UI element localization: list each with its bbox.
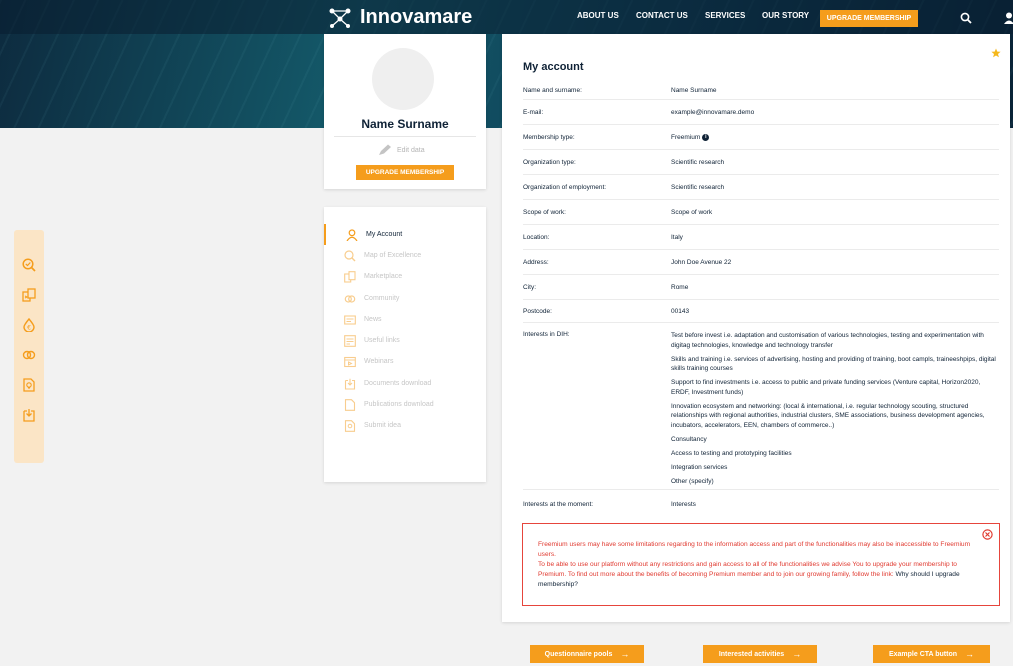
account-row-interests-moment: Interests at the moment: Interests: [523, 501, 696, 508]
sidebar-item-submit-idea[interactable]: Submit idea: [324, 415, 486, 436]
sidebar-item-label: News: [364, 316, 382, 323]
list-item: Integration services: [671, 463, 728, 471]
brand-name: Innovamare: [360, 6, 473, 28]
profile-card: Name Surname Edit data UPGRADE MEMBERSHI…: [324, 34, 486, 189]
account-row-city: City: Rome: [523, 275, 999, 300]
list-item: Other (specify): [671, 477, 714, 485]
sidebar-item-label: Documents download: [364, 380, 432, 387]
nav-about-us[interactable]: ABOUT US: [577, 11, 619, 20]
star-icon[interactable]: [991, 48, 1001, 58]
quick-access-bar: €: [14, 230, 44, 463]
membership-value: Freemium: [671, 134, 701, 141]
community-icon: [344, 294, 356, 303]
close-icon[interactable]: [982, 529, 993, 540]
account-row-location: Location: Italy: [523, 225, 999, 250]
nav-upgrade-membership-button[interactable]: UPGRADE MEMBERSHIP: [820, 10, 918, 27]
nav-services[interactable]: SERVICES: [705, 11, 745, 20]
sidebar-item-label: Webinars: [364, 358, 394, 365]
profile-name: Name Surname: [361, 117, 449, 131]
account-row-membership: Membership type: Freemium i: [523, 125, 999, 150]
list-item: Consultancy: [671, 435, 707, 443]
avatar: [372, 48, 434, 110]
pencil-icon: [379, 144, 391, 155]
freemium-warning: Freemium users may have some limitations…: [522, 523, 1000, 606]
community-icon[interactable]: [22, 348, 36, 362]
interested-activities-button[interactable]: Interested activities →: [703, 645, 817, 663]
document-download-icon[interactable]: [22, 408, 36, 422]
sidebar-item-label: Community: [364, 295, 400, 302]
document-download-icon: [344, 378, 356, 390]
marketplace-icon: [344, 270, 356, 283]
links-icon: [344, 334, 356, 347]
sidebar-item-webinars[interactable]: Webinars: [324, 351, 486, 372]
sidebar-item-useful-links[interactable]: Useful links: [324, 330, 486, 351]
idea-icon: [344, 419, 356, 432]
warning-text-limitations: Freemium users may have some limitations…: [538, 541, 971, 558]
svg-text:€: €: [27, 324, 31, 331]
user-icon[interactable]: [1004, 12, 1013, 24]
logo-icon: [329, 8, 351, 28]
account-panel: My account Name and surname: Name Surname…: [502, 34, 1010, 622]
sidebar-item-my-account[interactable]: My Account: [324, 224, 486, 245]
sidebar-item-news[interactable]: News: [324, 309, 486, 330]
page-title: My account: [523, 61, 584, 73]
nav-our-story[interactable]: OUR STORY: [762, 11, 809, 20]
profile-upgrade-membership-button[interactable]: UPGRADE MEMBERSHIP: [356, 165, 454, 180]
account-row-org-type: Organization type: Scientific research: [523, 150, 999, 175]
list-item: Skills and training i.e. services of adv…: [671, 355, 996, 373]
account-row-email: E-mail: example@innovamare.demo: [523, 100, 999, 125]
account-row-postcode: Postcode: 00143: [523, 300, 999, 323]
arrow-right-icon: →: [620, 649, 630, 659]
map-search-icon: [344, 249, 356, 261]
sidebar-item-documents-download[interactable]: Documents download: [324, 373, 486, 394]
map-search-icon[interactable]: [22, 258, 36, 272]
questionnaire-pools-button[interactable]: Questionnaire pools →: [530, 645, 644, 663]
interests-list: Test before invest i.e. adaptation and c…: [671, 331, 996, 491]
list-item: Support to find investments i.e. access …: [671, 379, 981, 396]
example-cta-button[interactable]: Example CTA button →: [873, 645, 990, 663]
sidebar-item-community[interactable]: Community: [324, 288, 486, 309]
webinar-icon: [344, 356, 356, 367]
arrow-right-icon: →: [965, 649, 975, 659]
sidebar-item-label: Marketplace: [364, 273, 403, 280]
account-row-address: Address: John Doe Avenue 22: [523, 250, 999, 275]
sidebar-item-label: My Account: [366, 231, 403, 238]
sidebar-item-label: Publications download: [364, 401, 434, 408]
edit-data-label: Edit data: [397, 146, 425, 154]
sidebar-item-label: Useful links: [364, 337, 400, 344]
arrow-right-icon: →: [792, 649, 802, 659]
idea-icon[interactable]: [22, 378, 36, 392]
sidebar-item-publications-download[interactable]: Publications download: [324, 394, 486, 415]
nav-contact-us[interactable]: CONTACT US: [636, 11, 688, 20]
account-row-org-employment: Organization of employment: Scientific re…: [523, 175, 999, 200]
funding-drop-icon[interactable]: €: [22, 318, 36, 332]
marketplace-icon[interactable]: [22, 288, 36, 302]
account-sidebar-menu: My Account Map of Excellence Marketplace…: [324, 207, 486, 482]
sidebar-item-label: Map of Excellence: [364, 252, 422, 259]
account-row-scope: Scope of work: Scope of work: [523, 200, 999, 225]
account-row-name: Name and surname: Name Surname: [523, 81, 999, 100]
user-icon: [346, 228, 358, 241]
top-navbar: Innovamare ABOUT US CONTACT US SERVICES …: [0, 0, 1013, 34]
edit-data-link[interactable]: Edit data: [378, 144, 425, 156]
list-item: Test before invest i.e. adaptation and c…: [671, 332, 984, 349]
logo[interactable]: Innovamare: [328, 6, 472, 29]
divider: [334, 136, 476, 137]
sidebar-item-map-of-excellence[interactable]: Map of Excellence: [324, 245, 486, 266]
info-icon[interactable]: i: [702, 133, 710, 141]
news-icon: [344, 314, 356, 325]
list-item: Innovation ecosystem and networking: (lo…: [671, 402, 985, 429]
publication-icon: [344, 398, 356, 411]
search-icon[interactable]: [960, 12, 972, 24]
sidebar-item-marketplace[interactable]: Marketplace: [324, 266, 486, 287]
list-item: Access to testing and prototyping facili…: [671, 449, 792, 457]
sidebar-item-label: Submit idea: [364, 422, 401, 429]
account-row-interests: Interests in DIH: Test before invest i.e…: [523, 323, 999, 490]
